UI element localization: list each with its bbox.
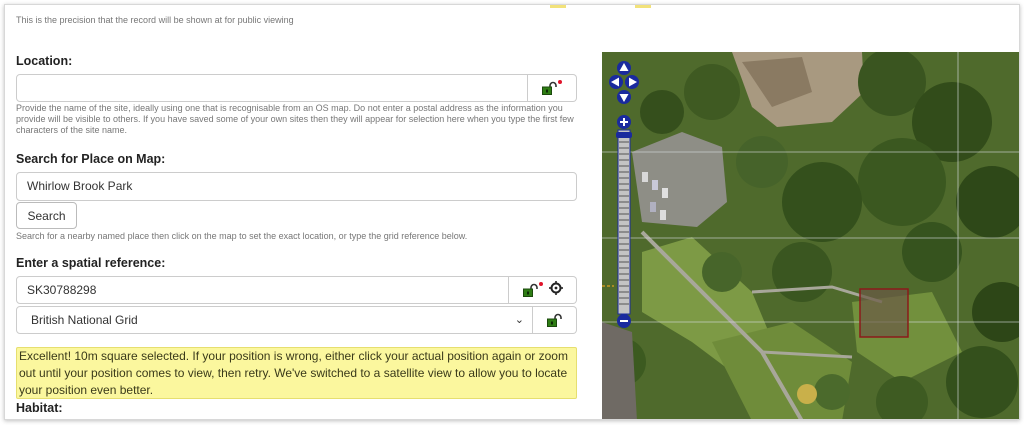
truncated-highlight [635,5,651,8]
zoom-out-icon [617,314,631,328]
precision-help-text: This is the precision that the record wi… [16,15,294,25]
zoom-slider-handle [616,132,632,138]
spatial-ref-tools [509,276,577,304]
search-help-text: Search for a nearby named place then cli… [16,231,468,241]
location-label: Location: [16,54,73,68]
map-nav-controls [608,60,640,330]
spatial-ref-input[interactable]: SK30788298 [16,276,509,304]
required-marker [538,282,543,286]
habitat-label: Habitat: [16,401,63,415]
required-marker [558,80,562,84]
spatial-ref-label: Enter a spatial reference: [16,256,166,270]
selected-grid-square [859,288,909,338]
map-panel[interactable] [602,52,1019,419]
spatial-system-value: British National Grid [31,313,138,327]
lock-open-icon [547,313,562,327]
crosshair-icon[interactable] [548,280,563,300]
search-place-label: Search for Place on Map: [16,152,166,166]
location-help-text: Provide the name of the site, ideally us… [16,103,574,135]
lock-open-icon [542,81,557,95]
zoom-in-icon [617,115,631,129]
search-place-input[interactable]: Whirlow Brook Park [16,172,577,201]
search-button[interactable]: Search [16,202,77,229]
satellite-imagery [602,52,1019,419]
pan-up-icon [617,61,631,75]
pan-down-icon [617,90,631,104]
location-lock-button[interactable] [528,74,577,102]
location-input[interactable] [16,74,528,102]
chevron-down-icon: ⌄ [514,314,524,326]
pan-right-icon [625,75,639,89]
record-form-page: This is the precision that the record wi… [4,4,1020,420]
spatial-system-select[interactable]: British National Grid ⌄ [16,306,533,334]
lock-open-icon[interactable] [522,283,538,297]
truncated-highlight [550,5,566,8]
success-alert: Excellent! 10m square selected. If your … [16,347,577,399]
spatial-system-lock-button[interactable] [533,306,577,334]
pan-left-icon [609,75,623,89]
top-strip [5,5,1019,13]
